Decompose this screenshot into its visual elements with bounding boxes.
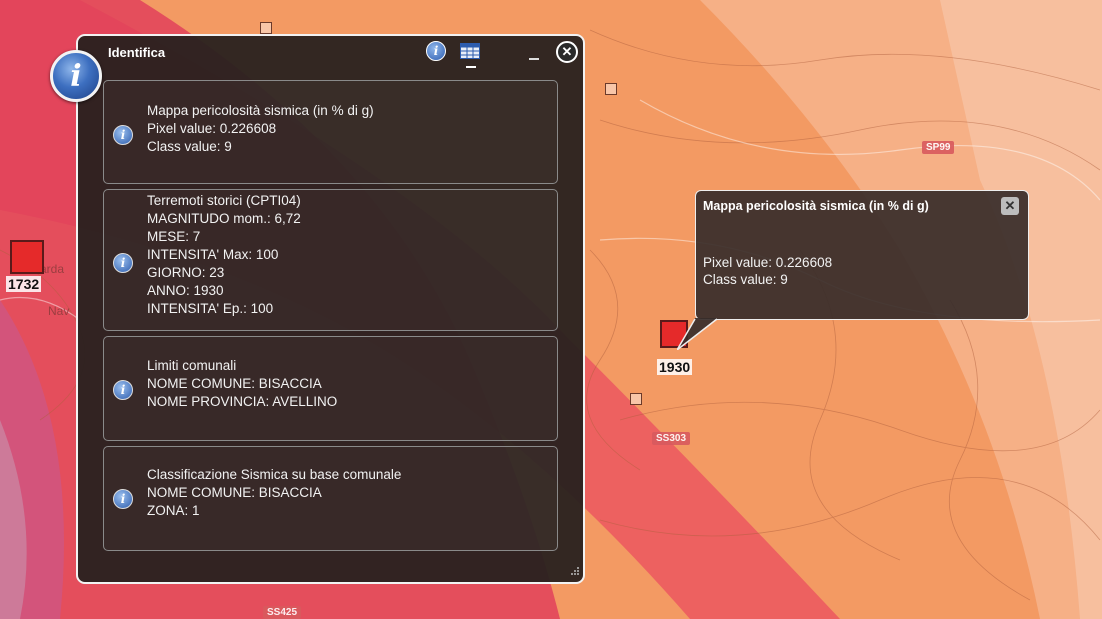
field-line: ANNO: 1930 [147, 283, 224, 298]
field-line: Class value: 9 [147, 139, 232, 154]
section-text: Limiti comunali NOME COMUNE: BISACCIA NO… [147, 357, 337, 411]
window-title: Identifica [108, 45, 166, 60]
section-title: Terremoti storici (CPTI04) [147, 193, 301, 208]
info-icon[interactable]: i [113, 380, 133, 400]
table-tab-indicator [466, 66, 476, 68]
field-line: INTENSITA' Ep.: 100 [147, 301, 274, 316]
road-label: SS425 [263, 606, 302, 619]
popup-body: Pixel value: 0.226608 Class value: 9 [703, 254, 832, 288]
road-label: SS303 [652, 432, 691, 445]
field-line: Pixel value: 0.226608 [147, 121, 277, 136]
field-line: GIORNO: 23 [147, 265, 225, 280]
field-line: MAGNITUDO mom.: 6,72 [147, 211, 301, 226]
section-title: Classificazione Sismica su base comunale [147, 467, 402, 482]
field-line: NOME COMUNE: BISACCIA [147, 376, 322, 391]
field-line: NOME PROVINCIA: AVELLINO [147, 394, 338, 409]
field-line: INTENSITA' Max: 100 [147, 247, 279, 262]
info-icon[interactable]: i [113, 125, 133, 145]
road-label: SP99 [922, 141, 955, 154]
section-text: Terremoti storici (CPTI04) MAGNITUDO mom… [147, 192, 301, 318]
field-line: NOME COMUNE: BISACCIA [147, 485, 322, 500]
field-line: ZONA: 1 [147, 503, 200, 518]
info-icon: i [50, 50, 102, 102]
earthquake-marker[interactable] [10, 240, 44, 274]
info-icon[interactable]: i [113, 253, 133, 273]
popup-pixel-value: Pixel value: 0.226608 [703, 255, 833, 270]
map-town-label: Nav [48, 304, 70, 318]
section-text: Mappa pericolosità sismica (in % di g) P… [147, 102, 374, 156]
info-icon[interactable]: i [426, 41, 446, 61]
earthquake-year-label: 1930 [657, 359, 693, 375]
field-line: MESE: 7 [147, 229, 201, 244]
earthquake-year-label: 1732 [6, 276, 42, 292]
section-title: Mappa pericolosità sismica (in % di g) [147, 103, 374, 118]
section-title: Limiti comunali [147, 358, 237, 373]
popup-title: Mappa pericolosità sismica (in % di g) [703, 199, 929, 213]
minimize-icon[interactable] [529, 58, 539, 60]
map-point-marker[interactable] [605, 83, 617, 95]
map-point-marker[interactable] [630, 393, 642, 405]
info-icon[interactable]: i [113, 489, 133, 509]
close-icon[interactable]: ✕ [556, 41, 578, 63]
resize-handle[interactable] [568, 565, 580, 577]
section-text: Classificazione Sismica su base comunale… [147, 466, 401, 520]
map-point-marker[interactable] [260, 22, 272, 34]
popup-class-value: Class value: 9 [703, 272, 788, 287]
popup-pointer [677, 318, 718, 350]
close-icon[interactable]: ✕ [1001, 197, 1019, 215]
table-icon[interactable] [460, 43, 480, 59]
